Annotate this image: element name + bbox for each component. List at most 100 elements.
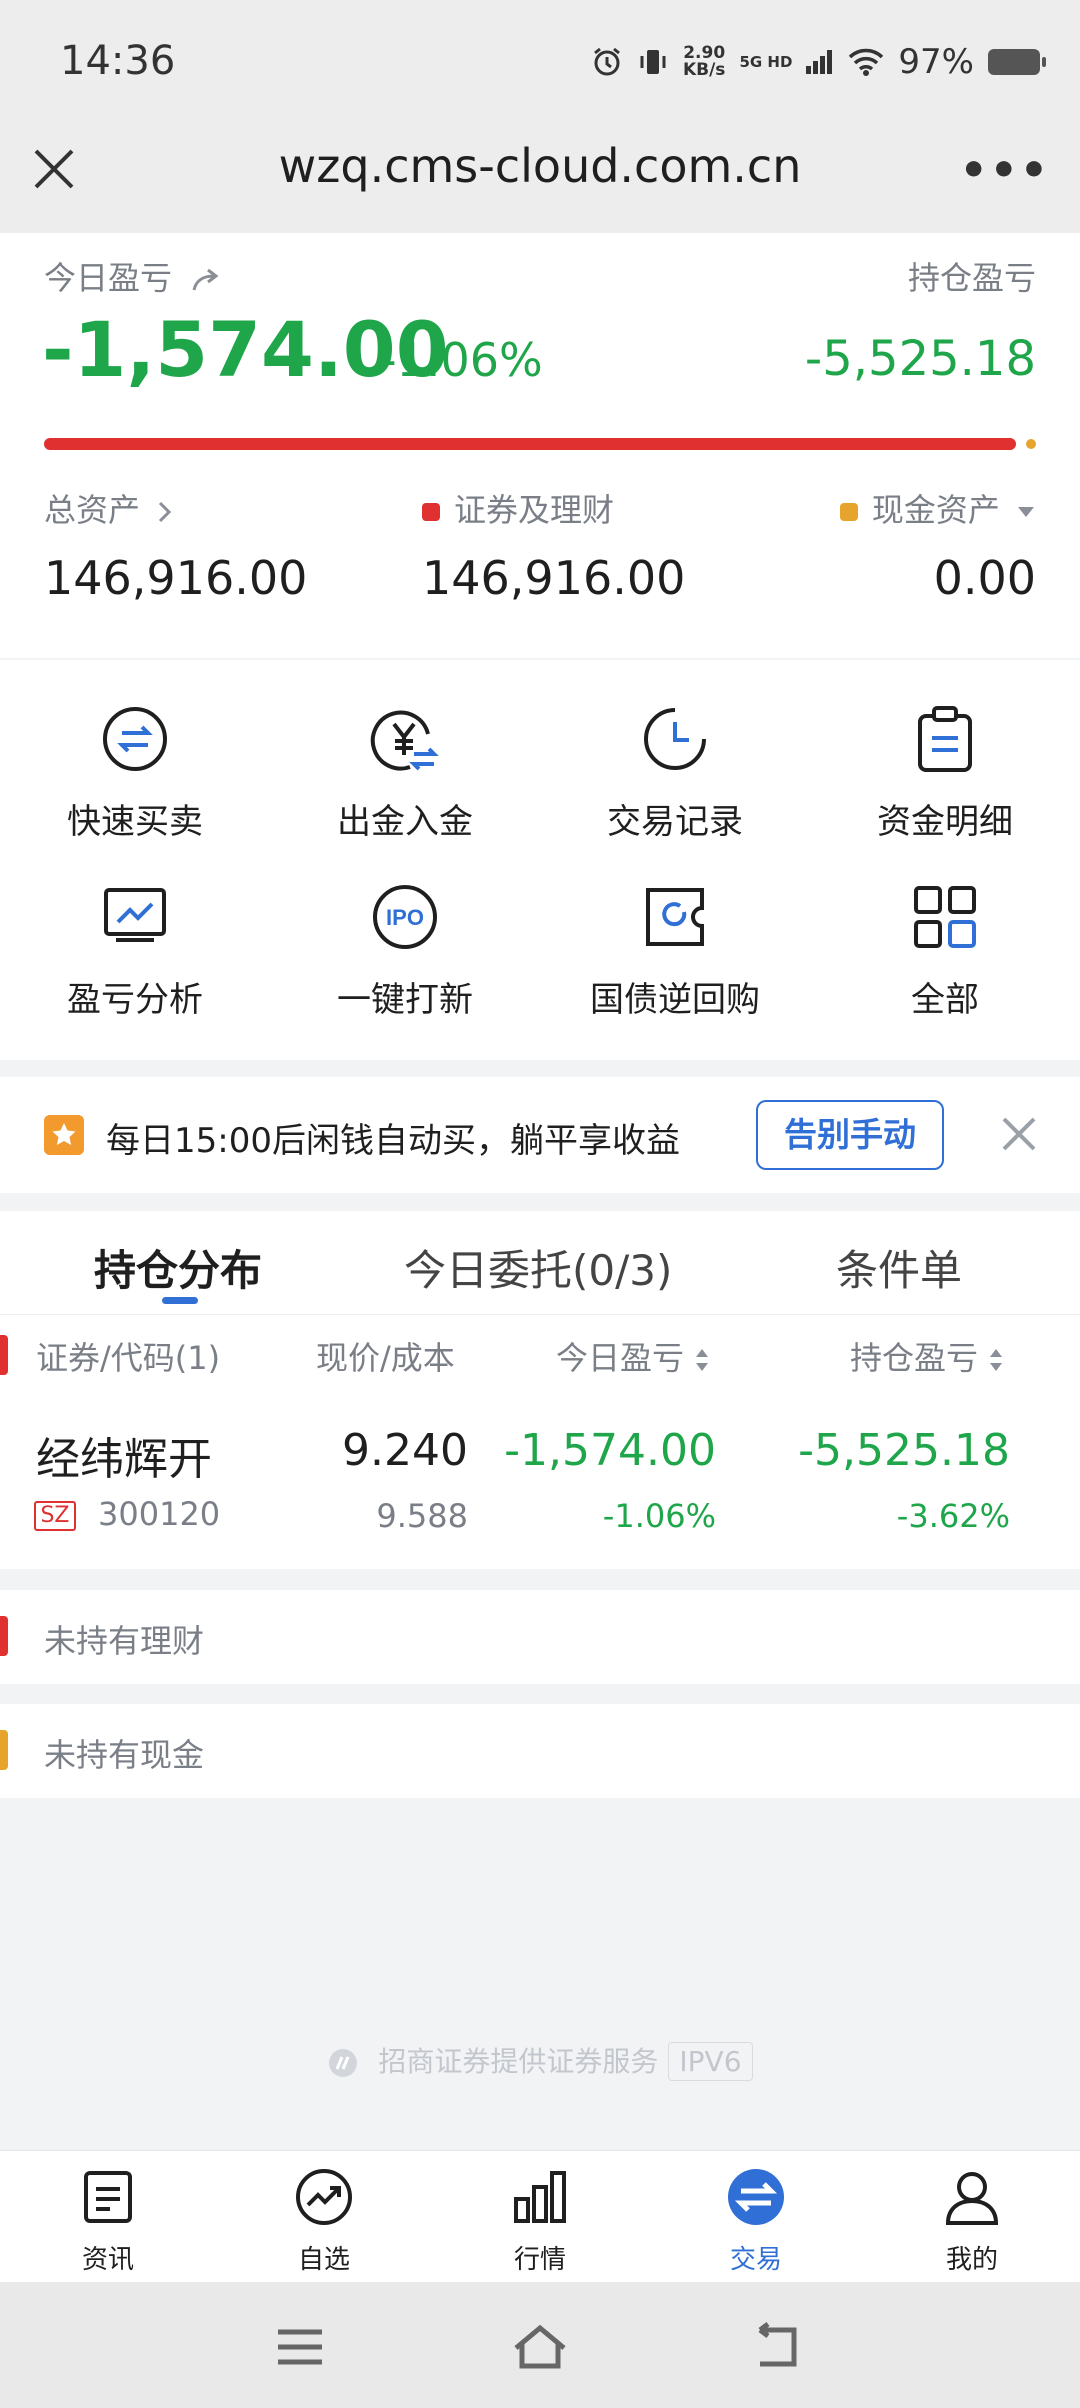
col-header-hold-pnl[interactable]: 持仓盈亏: [850, 1333, 1004, 1379]
col-header-price: 现价/成本: [316, 1339, 455, 1377]
row-today-pnl-percent: -1.06%: [602, 1497, 716, 1535]
promo-banner: 每日15:00后闲钱自动买，躺平享收益 告别手动: [0, 1077, 1080, 1193]
cash-empty-text: 未持有现金: [44, 1736, 205, 1774]
menu-pnl-analysis[interactable]: 盈亏分析: [0, 882, 270, 1021]
hold-pnl-value: -5,525.18: [804, 331, 1036, 387]
menu-label: 出金入金: [337, 802, 473, 842]
share-icon[interactable]: [190, 266, 224, 294]
menu-label: 快速买卖: [67, 802, 203, 842]
clock-icon: [644, 708, 706, 770]
asset-summary: 今日盈亏 持仓盈亏 -1,574.00 -1.06% -5,525.18 总资产…: [0, 233, 1080, 658]
hold-pnl-label: 持仓盈亏: [907, 259, 1036, 297]
menu-label: 国债逆回购: [590, 980, 760, 1020]
banner-text: 每日15:00后闲钱自动买，躺平享收益: [106, 1121, 680, 1161]
status-icons: 2.90 KB/s 5G HD 97%: [591, 42, 1046, 82]
market-badge: SZ: [34, 1501, 76, 1531]
today-pnl-label: 今日盈亏: [44, 253, 224, 299]
cash-legend-square: [839, 503, 858, 521]
star-badge-icon: [44, 1115, 84, 1155]
news-icon: [84, 2171, 132, 2223]
cash-assets-value: 0.00: [933, 551, 1036, 605]
home-icon[interactable]: [510, 2322, 570, 2372]
status-bar: 14:36 2.90 KB/s 5G HD 97%: [0, 0, 1080, 125]
svg-text:IPO: IPO: [386, 905, 424, 930]
ipv6-badge: IPV6: [668, 2042, 753, 2081]
battery-percent: 97%: [898, 42, 974, 82]
menu-label: 资金明细: [877, 802, 1013, 842]
nav-market[interactable]: 行情: [432, 2167, 648, 2276]
menu-icon[interactable]: [270, 2322, 330, 2372]
cost-price: 9.588: [376, 1497, 468, 1535]
asset-ratio-bar: [44, 438, 1016, 450]
section-marker: [0, 1730, 8, 1770]
net-speed: 2.90 KB/s: [682, 43, 726, 80]
stock-code: 300120: [98, 1495, 221, 1533]
section-marker: [0, 1335, 8, 1375]
menu-quick-trade[interactable]: 快速买卖: [0, 704, 270, 843]
wifi-icon: [849, 48, 884, 76]
bar-chart-icon: [514, 2171, 566, 2223]
row-today-pnl: -1,574.00: [504, 1425, 716, 1476]
vibrate-icon: [640, 50, 666, 74]
chevron-right-icon: [159, 501, 172, 523]
nav-watchlist[interactable]: 自选: [216, 2167, 432, 2276]
cash-ratio-dot: [1026, 439, 1036, 449]
securities-value: 146,916.00: [422, 551, 686, 605]
banner-action-button[interactable]: 告别手动: [756, 1100, 944, 1170]
url-text: wzq.cms-cloud.com.cn: [278, 139, 802, 193]
cms-logo-icon: [329, 2049, 358, 2077]
menu-reverse-repo[interactable]: 国债逆回购: [540, 882, 810, 1021]
row-hold-pnl: -5,525.18: [798, 1425, 1010, 1476]
today-pnl-percent: -1.06%: [380, 333, 543, 387]
more-menu-button[interactable]: •••: [960, 145, 1050, 196]
repo-ticket-icon: [646, 888, 704, 946]
footer-note: 招商证券提供证券服务 IPV6: [0, 2040, 1080, 2081]
sort-icon: [696, 1349, 709, 1371]
menu-ipo[interactable]: IPO 一键打新: [270, 882, 540, 1021]
close-icon[interactable]: [998, 1113, 1040, 1155]
chart-monitor-icon: [104, 888, 166, 942]
function-grid: 快速买卖 出金入金 交易记录 资金明细 盈亏分析 IPO 一键打新 国债逆回购 …: [0, 660, 1080, 1060]
menu-all[interactable]: 全部: [810, 882, 1080, 1021]
total-assets-value: 146,916.00: [44, 551, 308, 605]
trade-icon: [728, 2169, 784, 2225]
tab-positions[interactable]: 持仓分布: [94, 1237, 262, 1298]
caret-down-icon: [1018, 507, 1034, 517]
menu-deposit-withdraw[interactable]: 出金入金: [270, 704, 540, 843]
row-hold-pnl-percent: -3.62%: [896, 1497, 1010, 1535]
swap-icon: [103, 707, 167, 771]
grid-icon: [914, 886, 976, 948]
menu-label: 交易记录: [607, 802, 743, 842]
back-icon[interactable]: [750, 2322, 810, 2372]
menu-label: 全部: [911, 980, 979, 1020]
nav-label: 交易: [729, 2245, 782, 2275]
col-header-today-pnl[interactable]: 今日盈亏: [556, 1333, 710, 1379]
holdings-panel: 持仓分布 今日委托(0/3) 条件单 证券/代码(1) 现价/成本 今日盈亏 持…: [0, 1211, 1080, 1569]
securities-label: 证券及理财: [422, 485, 614, 531]
battery-icon: [988, 49, 1046, 75]
browser-bar: wzq.cms-cloud.com.cn •••: [0, 125, 1080, 233]
wealth-section[interactable]: 未持有理财: [0, 1590, 1080, 1684]
total-assets-label[interactable]: 总资产: [44, 485, 174, 531]
nav-news[interactable]: 资讯: [0, 2167, 216, 2276]
alarm-icon: [594, 47, 620, 76]
signal-icon: [806, 50, 833, 74]
col-header-security: 证券/代码(1): [36, 1339, 221, 1377]
stock-name: 经纬辉开: [36, 1434, 212, 1485]
sort-icon: [990, 1349, 1003, 1371]
status-time: 14:36: [60, 38, 176, 84]
nav-label: 资讯: [81, 2245, 134, 2275]
cash-assets-label[interactable]: 现金资产: [839, 485, 1036, 531]
tab-conditional-orders[interactable]: 条件单: [836, 1237, 962, 1298]
section-marker: [0, 1616, 8, 1656]
nav-label: 自选: [297, 2245, 350, 2275]
clipboard-icon: [918, 706, 972, 772]
tab-today-orders[interactable]: 今日委托(0/3): [404, 1237, 672, 1298]
trend-icon: [296, 2169, 352, 2225]
nav-mine[interactable]: 我的: [864, 2167, 1080, 2276]
menu-trade-records[interactable]: 交易记录: [540, 704, 810, 843]
menu-fund-details[interactable]: 资金明细: [810, 704, 1080, 843]
nav-trade[interactable]: 交易: [648, 2167, 864, 2276]
cash-section[interactable]: 未持有现金: [0, 1704, 1080, 1798]
ipo-icon: IPO: [373, 885, 437, 949]
